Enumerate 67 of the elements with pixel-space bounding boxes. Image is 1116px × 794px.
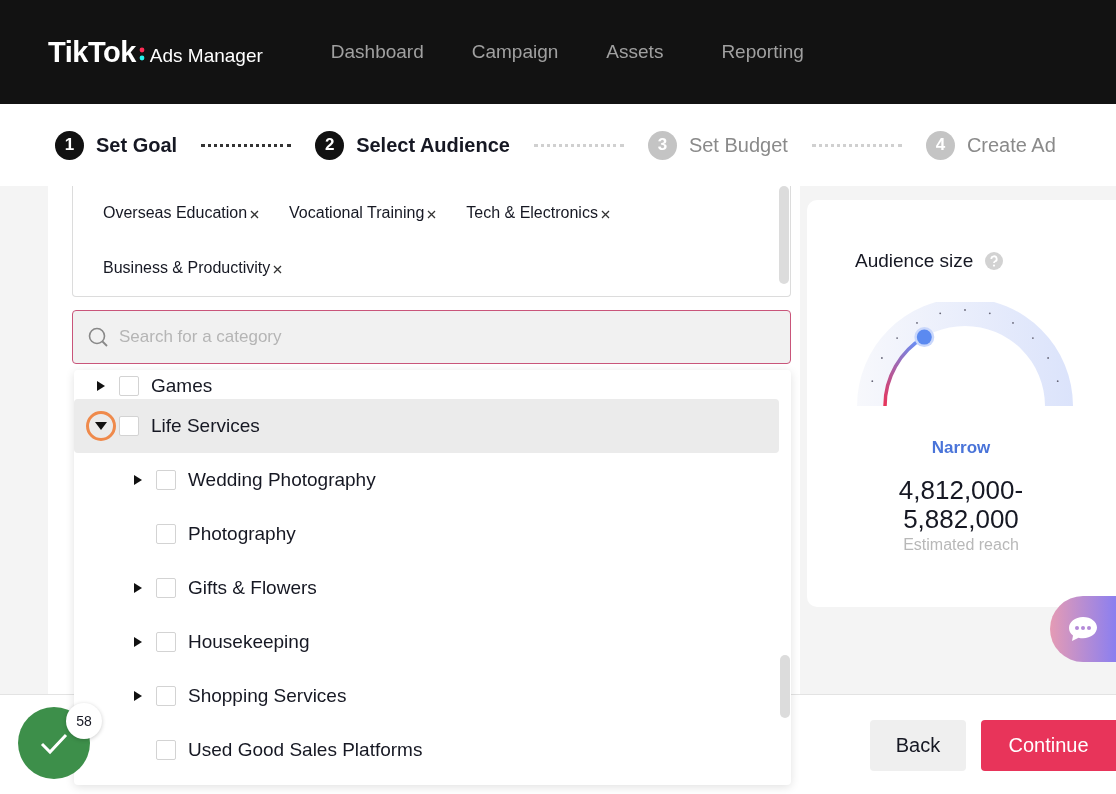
continue-button[interactable]: Continue (981, 720, 1116, 771)
tag-label: Vocational Training (289, 203, 425, 223)
chat-bubble-icon (1067, 615, 1099, 643)
tag-label: Tech & Electronics (466, 203, 598, 223)
close-icon (427, 210, 437, 219)
caret-down-icon[interactable] (94, 421, 108, 431)
step-label: Set Goal (96, 133, 178, 157)
reach-caption: Estimated reach (902, 536, 1020, 554)
tree-label: Games (151, 374, 213, 397)
nav-link[interactable]: Dashboard (330, 41, 424, 63)
caret-right-icon[interactable] (133, 636, 143, 648)
caret-right-icon[interactable] (133, 690, 143, 702)
tree-label: Housekeeping (188, 631, 310, 653)
tree-row[interactable]: Wedding Photography (123, 453, 376, 507)
tree-row[interactable]: Photography (123, 507, 296, 561)
reach-range: 5,882,000 (902, 505, 1020, 534)
close-icon (250, 210, 260, 219)
step-label: Create Ad (966, 133, 1056, 157)
tree-row[interactable]: Housekeeping (123, 615, 310, 669)
step-number: 3 (647, 130, 677, 160)
checkbox[interactable] (156, 686, 176, 706)
tag-label: Business & Productivity (103, 258, 271, 278)
step-label: Set Budget (688, 133, 788, 157)
audience-rating: Narrow (930, 438, 992, 458)
tree-label: Shopping Services (188, 685, 347, 707)
caret-right-icon[interactable] (133, 474, 143, 486)
nav-link[interactable]: Campaign (471, 41, 559, 63)
tree-label: Photography (188, 523, 296, 545)
checkbox[interactable] (156, 632, 176, 652)
tree-label: Life Services (151, 415, 260, 437)
nav-link[interactable]: Assets (606, 41, 664, 63)
tree-row[interactable]: Life Services (74, 399, 779, 453)
checkbox[interactable] (156, 470, 176, 490)
product-name: Ads Manager (149, 45, 263, 67)
help-icon (985, 252, 1004, 270)
search-field[interactable]: Search for a category (72, 310, 791, 364)
logo-text: TikTok (48, 35, 136, 69)
close-icon (273, 265, 283, 274)
step-number: 4 (925, 130, 955, 160)
chat-button[interactable] (1050, 596, 1116, 662)
checkbox[interactable] (119, 375, 139, 396)
checkbox[interactable] (156, 578, 176, 598)
step-number: 1 (55, 130, 84, 160)
checkbox[interactable] (156, 740, 176, 760)
tree-row[interactable]: Shopping Services (123, 669, 347, 723)
scrollbar-thumb[interactable] (779, 186, 789, 284)
tree-label: Wedding Photography (188, 469, 376, 491)
scrollbar-thumb[interactable] (780, 655, 790, 718)
close-icon (600, 210, 610, 219)
highlight-ring[interactable] (86, 411, 116, 441)
tree-label: Used Good Sales Platforms (188, 739, 423, 761)
nav-link[interactable]: Reporting (721, 41, 804, 63)
check-icon (40, 731, 68, 755)
reach-range: 4,812,000- (897, 476, 1025, 505)
tree-row[interactable]: Gifts & Flowers (123, 561, 317, 615)
tree-row[interactable]: Used Good Sales Platforms (123, 723, 423, 777)
tree-label: Gifts & Flowers (188, 577, 317, 599)
step-number: 2 (315, 130, 345, 160)
step-label: Select Audience (356, 133, 510, 157)
caret-right-icon[interactable] (133, 582, 143, 594)
tree-row[interactable]: Games (86, 372, 213, 399)
card-title: Audience size (855, 250, 974, 272)
checkbox[interactable] (119, 416, 139, 436)
caret-right-icon[interactable] (96, 379, 106, 392)
back-button[interactable]: Back (870, 720, 966, 771)
checkbox[interactable] (156, 524, 176, 544)
tag-label: Overseas Education (103, 203, 248, 223)
